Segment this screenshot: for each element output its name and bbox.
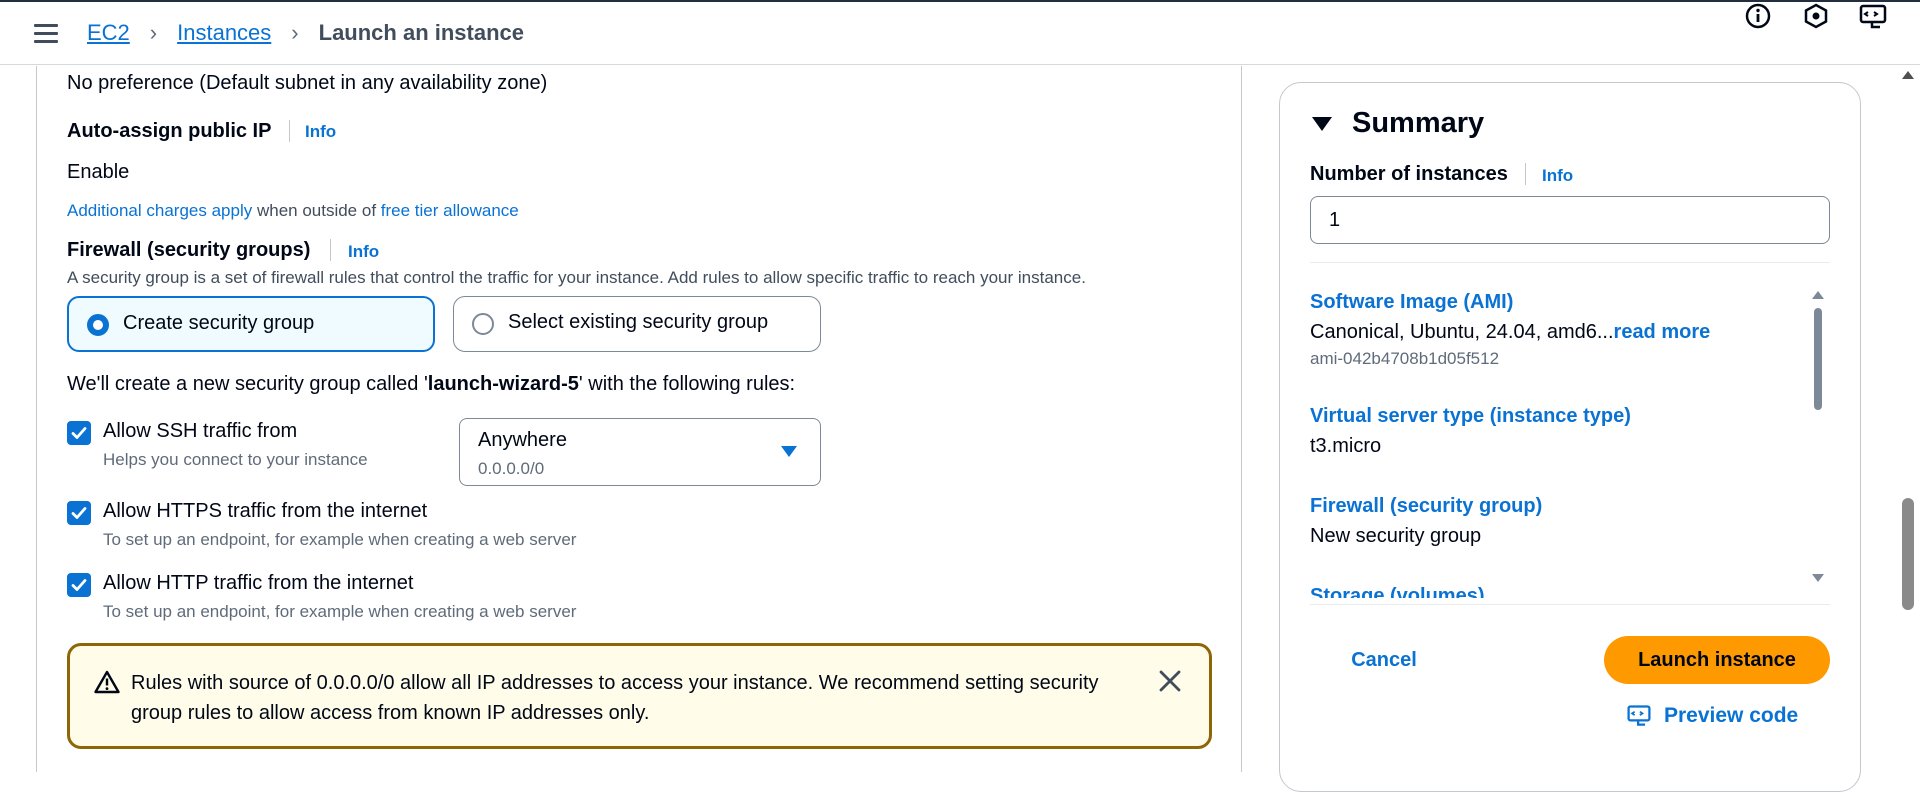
ami-value: Canonical, Ubuntu, 24.04, amd6...read mo… — [1310, 321, 1710, 344]
allow-ssh-description: Helps you connect to your instance — [103, 450, 368, 469]
radio-label: Create security group — [123, 312, 315, 334]
select-existing-security-group-option[interactable]: Select existing security group — [453, 296, 821, 352]
free-tier-link[interactable]: free tier allowance — [381, 201, 519, 220]
allow-http-checkbox[interactable] — [67, 573, 91, 597]
allow-http-label: Allow HTTP traffic from the internet — [103, 572, 414, 594]
code-preview-icon — [1627, 705, 1651, 726]
allow-https-checkbox[interactable] — [67, 501, 91, 525]
ssh-source-cidr: 0.0.0.0/0 — [478, 459, 545, 478]
check-icon — [71, 507, 87, 519]
ami-link[interactable]: Software Image (AMI) — [1310, 291, 1513, 314]
page-scrollbar[interactable] — [1896, 66, 1920, 772]
number-of-instances-info-link[interactable]: Info — [1542, 166, 1573, 186]
create-security-group-option[interactable]: Create security group — [67, 296, 435, 352]
summary-panel: Summary Number of instances Info 1 Softw… — [1279, 82, 1861, 792]
allow-https-label: Allow HTTPS traffic from the internet — [103, 500, 428, 522]
auto-assign-ip-value: Enable — [67, 161, 130, 183]
cancel-button[interactable]: Cancel — [1332, 638, 1436, 682]
read-more-link[interactable]: read more — [1614, 321, 1711, 343]
scroll-thumb — [1902, 498, 1914, 610]
summary-details-list: Software Image (AMI) Canonical, Ubuntu, … — [1310, 283, 1830, 598]
summary-toggle[interactable]: Summary — [1312, 107, 1484, 140]
firewall-info-link[interactable]: Info — [348, 242, 379, 262]
firewall-summary-link[interactable]: Firewall (security group) — [1310, 495, 1542, 518]
radio-unselected-icon — [472, 313, 494, 335]
allow-https-description: To set up an endpoint, for example when … — [103, 530, 577, 549]
check-icon — [71, 427, 87, 439]
instance-type-value: t3.micro — [1310, 435, 1382, 457]
warning-message: Rules with source of 0.0.0.0/0 allow all… — [131, 672, 1099, 724]
close-icon[interactable] — [1157, 668, 1187, 698]
top-navigation-bar: EC2 › Instances › Launch an instance — [0, 2, 1920, 65]
summary-title: Summary — [1352, 107, 1485, 139]
ssh-source-select[interactable]: Anywhere 0.0.0.0/0 — [459, 418, 821, 486]
caret-down-icon — [1312, 116, 1332, 131]
ami-id: ami-042b4708b1d05f512 — [1310, 349, 1500, 368]
rules-intro-text: We'll create a new security group called… — [67, 373, 428, 395]
subnet-value: No preference (Default subnet in any ava… — [67, 72, 548, 94]
preview-code-icon[interactable] — [1858, 2, 1888, 32]
breadcrumb-instances[interactable]: Instances — [177, 20, 271, 46]
auto-assign-ip-info-link[interactable]: Info — [305, 122, 336, 142]
charges-note-text: when outside of — [252, 201, 381, 220]
divider — [330, 239, 331, 261]
number-of-instances-input[interactable]: 1 — [1310, 196, 1830, 244]
rules-intro-text: ' with the following rules: — [578, 373, 796, 395]
storage-link[interactable]: Storage (volumes) — [1310, 585, 1484, 598]
security-group-name: launch-wizard-5 — [427, 373, 579, 395]
breadcrumb-ec2[interactable]: EC2 — [87, 20, 130, 46]
summary-scrollbar[interactable] — [1810, 288, 1826, 588]
allow-ssh-checkbox[interactable] — [67, 421, 91, 445]
check-icon — [71, 579, 87, 591]
auto-assign-ip-label: Auto-assign public IP — [67, 120, 272, 142]
number-of-instances-label: Number of instances — [1310, 163, 1508, 185]
chevron-right-icon: › — [291, 20, 299, 45]
info-icon[interactable] — [1744, 2, 1774, 32]
divider — [1310, 262, 1830, 263]
rules-intro: We'll create a new security group called… — [67, 373, 795, 396]
ssh-source-value: Anywhere — [478, 429, 567, 451]
charges-note: Additional charges apply when outside of… — [67, 201, 519, 221]
additional-charges-link[interactable]: Additional charges apply — [67, 201, 252, 220]
ami-name: Canonical, Ubuntu, 24.04, amd6... — [1310, 321, 1614, 343]
instance-type-link[interactable]: Virtual server type (instance type) — [1310, 405, 1631, 428]
divider — [1310, 604, 1830, 605]
allow-http-description: To set up an endpoint, for example when … — [103, 602, 577, 621]
radio-label: Select existing security group — [508, 311, 769, 333]
menu-icon[interactable] — [34, 24, 58, 44]
scroll-up-icon — [1902, 71, 1914, 79]
scroll-up-icon — [1812, 291, 1824, 299]
caret-down-icon — [780, 445, 798, 464]
launch-instance-button[interactable]: Launch instance — [1604, 636, 1830, 684]
divider — [1525, 163, 1526, 185]
divider — [289, 120, 290, 142]
warning-icon — [94, 670, 120, 699]
chevron-right-icon: › — [149, 20, 158, 45]
allow-ssh-label: Allow SSH traffic from — [103, 420, 298, 442]
preview-code-button[interactable]: Preview code — [1626, 703, 1798, 729]
scroll-down-icon — [1812, 574, 1824, 582]
settings-hex-icon[interactable] — [1802, 2, 1832, 32]
warning-alert: Rules with source of 0.0.0.0/0 allow all… — [67, 643, 1212, 749]
preview-code-label: Preview code — [1664, 704, 1799, 727]
firewall-summary-value: New security group — [1310, 525, 1482, 547]
firewall-label: Firewall (security groups) — [67, 239, 311, 261]
firewall-description: A security group is a set of firewall ru… — [67, 268, 1086, 287]
radio-selected-icon — [87, 314, 109, 336]
scroll-thumb — [1814, 308, 1822, 410]
breadcrumb-current: Launch an instance — [318, 20, 525, 45]
breadcrumb: EC2 › Instances › Launch an instance — [87, 20, 524, 46]
